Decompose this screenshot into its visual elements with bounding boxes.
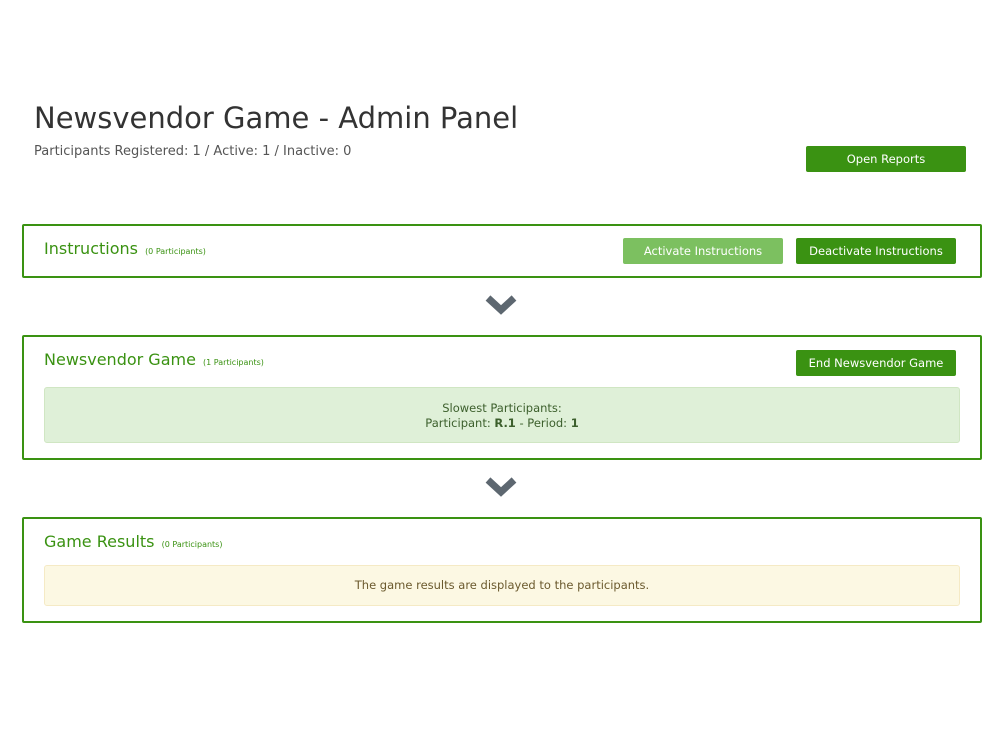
game-panel-title: Newsvendor Game (1 Participants) bbox=[44, 350, 264, 369]
results-panel-title: Game Results (0 Participants) bbox=[44, 532, 222, 551]
activate-instructions-button[interactable]: Activate Instructions bbox=[623, 238, 783, 264]
period-label: - Period: bbox=[519, 416, 568, 430]
game-title-text: Newsvendor Game bbox=[44, 350, 196, 369]
game-results-panel: Game Results (0 Participants) The game r… bbox=[22, 517, 982, 623]
results-displayed-alert: The game results are displayed to the pa… bbox=[44, 565, 960, 606]
deactivate-instructions-button[interactable]: Deactivate Instructions bbox=[796, 238, 956, 264]
instructions-panel: Instructions (0 Participants) Activate I… bbox=[22, 224, 982, 278]
instructions-participant-count: (0 Participants) bbox=[145, 247, 206, 256]
chevron-down-icon bbox=[485, 295, 517, 315]
newsvendor-game-panel: Newsvendor Game (1 Participants) End New… bbox=[22, 335, 982, 460]
end-newsvendor-game-button[interactable]: End Newsvendor Game bbox=[796, 350, 956, 376]
slowest-participants-alert: Slowest Participants: Participant: R.1 -… bbox=[44, 387, 960, 443]
open-reports-button[interactable]: Open Reports bbox=[806, 146, 966, 172]
participant-label: Participant: bbox=[425, 416, 491, 430]
slowest-participant-row: Participant: R.1 - Period: 1 bbox=[45, 416, 959, 431]
chevron-down-icon bbox=[485, 477, 517, 497]
game-participant-count: (1 Participants) bbox=[203, 358, 264, 367]
instructions-title-text: Instructions bbox=[44, 239, 138, 258]
instructions-panel-title: Instructions (0 Participants) bbox=[44, 239, 206, 258]
participants-status: Participants Registered: 1 / Active: 1 /… bbox=[34, 144, 352, 159]
results-title-text: Game Results bbox=[44, 532, 155, 551]
slowest-participants-heading: Slowest Participants: bbox=[442, 401, 562, 415]
page-title: Newsvendor Game - Admin Panel bbox=[34, 101, 519, 135]
participant-id: R.1 bbox=[494, 416, 516, 430]
results-participant-count: (0 Participants) bbox=[161, 540, 223, 549]
period-value: 1 bbox=[570, 416, 579, 430]
